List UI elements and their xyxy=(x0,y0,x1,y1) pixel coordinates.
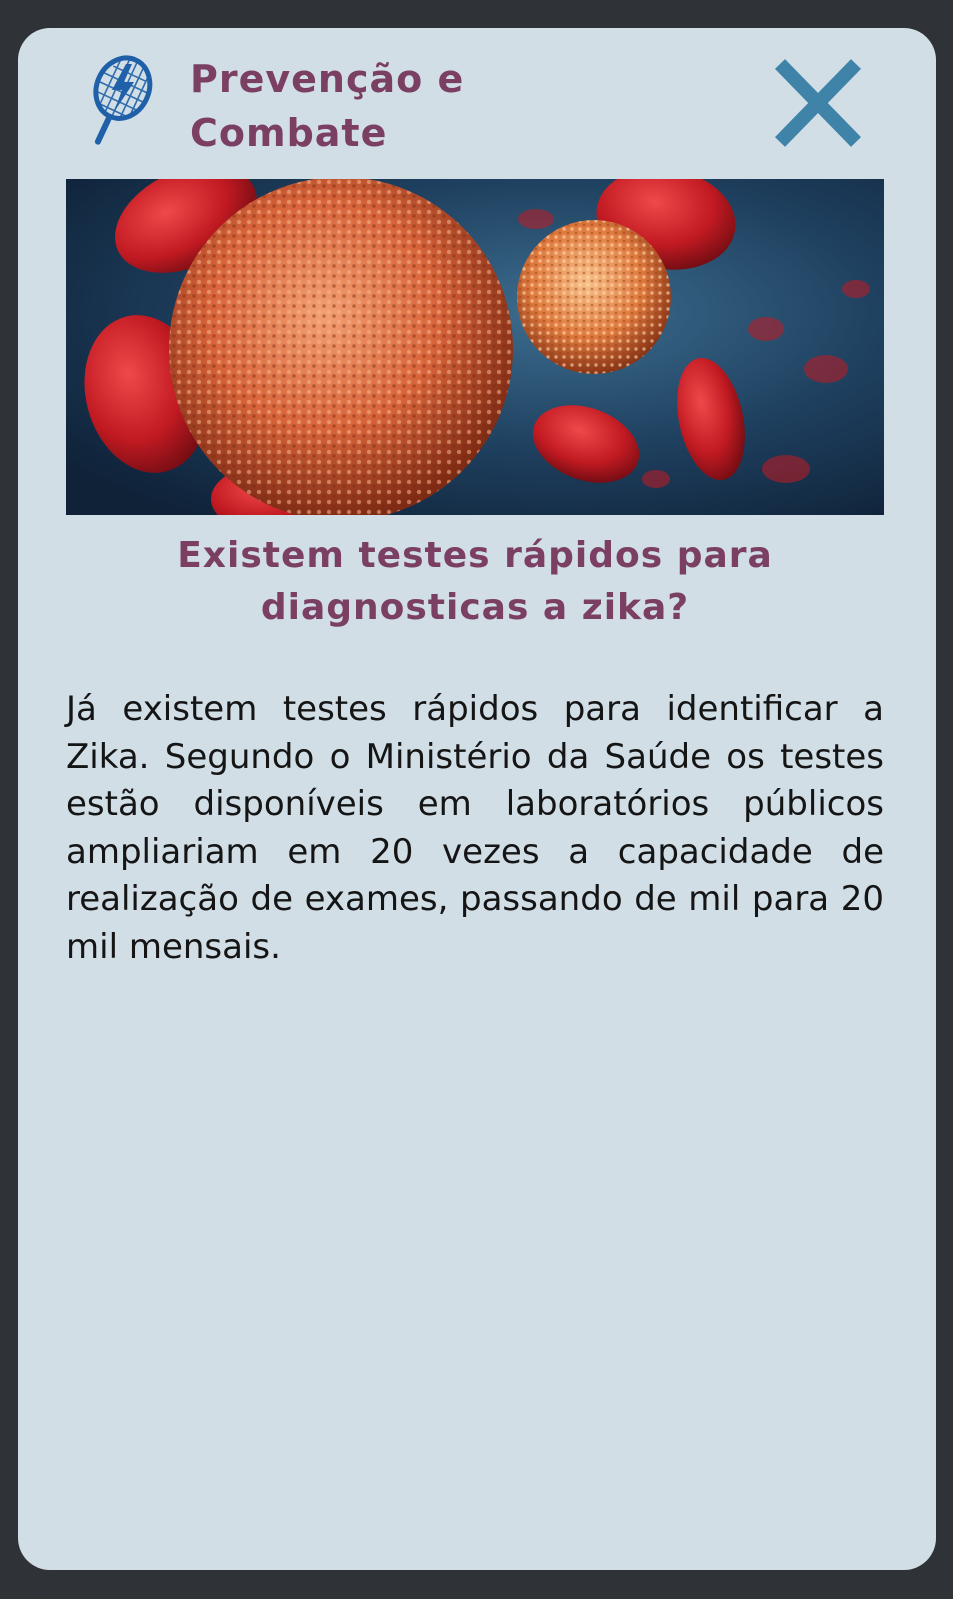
racket-lightning-icon xyxy=(82,54,154,152)
hero-image xyxy=(66,179,884,515)
page-title: Prevenção e Combate xyxy=(190,57,465,155)
close-icon xyxy=(774,59,862,147)
question-heading: Existem testes rápidos para diagnosticas… xyxy=(177,535,773,628)
device-frame: Prevenção e Combate Existem testes rápid… xyxy=(0,0,953,1599)
answer-text: Já existem testes rápidos para identific… xyxy=(66,689,884,967)
close-button[interactable] xyxy=(770,56,866,152)
info-card: Prevenção e Combate Existem testes rápid… xyxy=(18,28,936,1570)
